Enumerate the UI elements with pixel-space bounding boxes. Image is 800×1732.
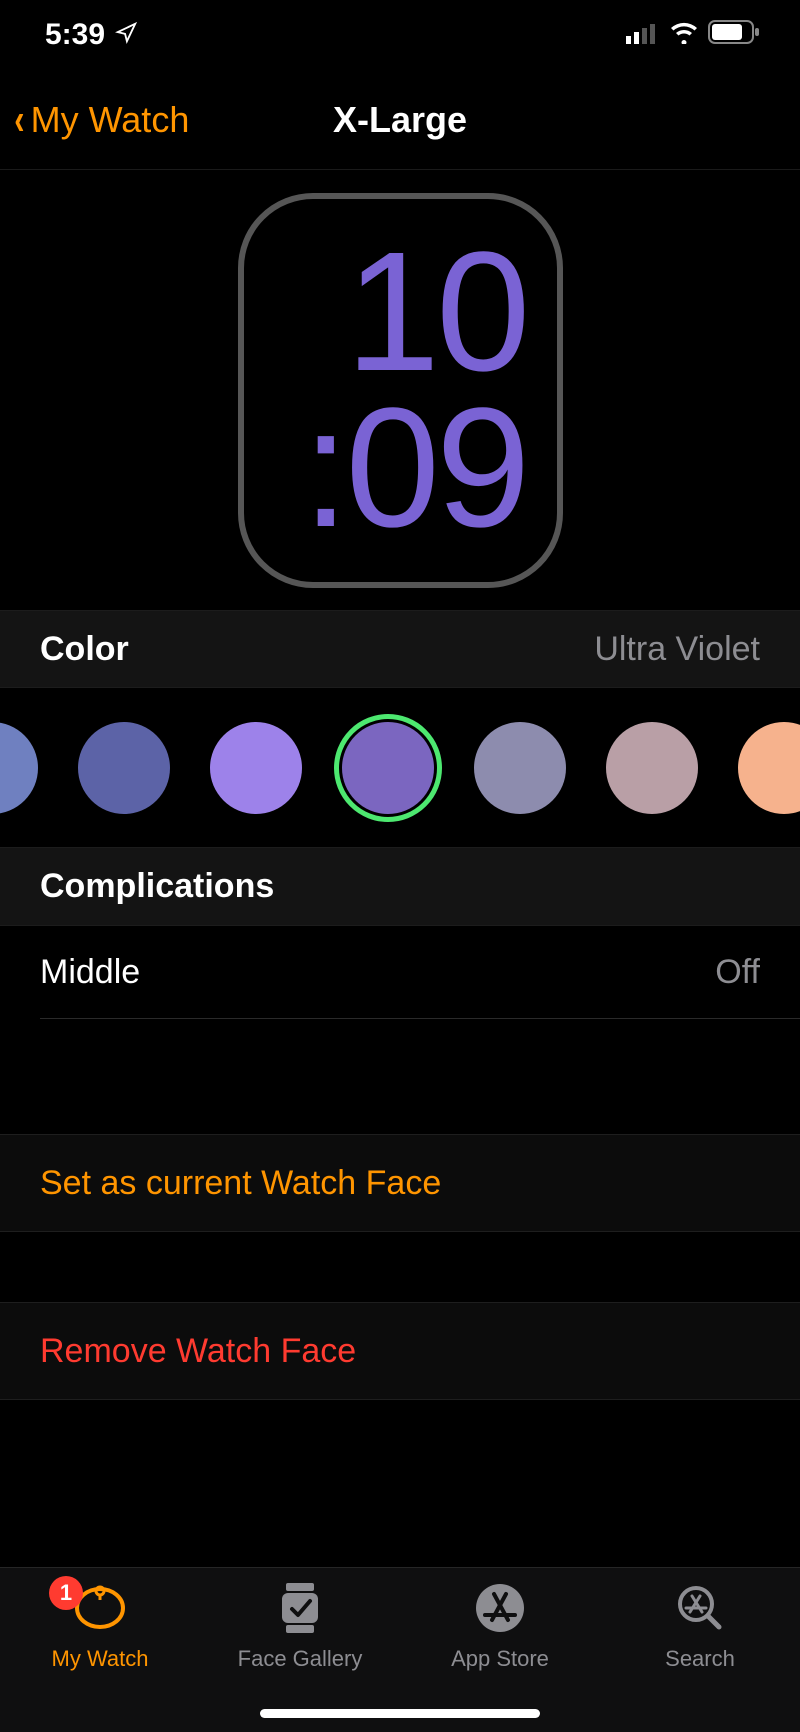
complications-header: Complications — [0, 848, 800, 926]
face-gallery-icon — [278, 1581, 322, 1640]
tab-search[interactable]: Search — [610, 1580, 790, 1732]
color-swatch-strip[interactable] — [0, 688, 800, 848]
watch-time-hours: 10 — [345, 234, 526, 390]
status-time-group: 5:39 — [45, 18, 137, 52]
color-value: Ultra Violet — [594, 630, 760, 669]
color-swatch[interactable] — [210, 722, 302, 814]
tab-label: Face Gallery — [238, 1646, 363, 1672]
color-swatch[interactable] — [606, 722, 698, 814]
watch-face-preview: 10 :09 — [0, 170, 800, 610]
tab-label: My Watch — [52, 1646, 149, 1672]
color-header-row: Color Ultra Violet — [0, 610, 800, 688]
color-swatch[interactable] — [342, 722, 434, 814]
battery-icon — [708, 18, 760, 52]
remove-face-button[interactable]: Remove Watch Face — [0, 1302, 800, 1400]
tab-bar: 1 My Watch Face Gallery — [0, 1567, 800, 1732]
color-swatch[interactable] — [474, 722, 566, 814]
color-swatch[interactable] — [0, 722, 38, 814]
remove-face-label: Remove Watch Face — [40, 1332, 356, 1371]
tab-label: App Store — [451, 1646, 549, 1672]
status-indicators — [626, 18, 760, 52]
complication-middle-value: Off — [715, 953, 760, 992]
complication-middle-row[interactable]: Middle Off — [0, 926, 800, 1018]
notification-badge: 1 — [49, 1576, 83, 1610]
location-icon — [115, 18, 137, 52]
page-title: X-Large — [333, 99, 467, 141]
tab-label: Search — [665, 1646, 735, 1672]
color-label: Color — [40, 630, 129, 669]
tab-my-watch[interactable]: 1 My Watch — [10, 1580, 190, 1732]
cellular-icon — [626, 18, 660, 52]
spacer — [0, 1019, 800, 1134]
color-swatch[interactable] — [738, 722, 800, 814]
color-swatch[interactable] — [78, 722, 170, 814]
set-current-face-button[interactable]: Set as current Watch Face — [0, 1134, 800, 1232]
wifi-icon — [668, 18, 700, 52]
back-label: My Watch — [31, 99, 190, 141]
search-icon — [675, 1583, 725, 1638]
status-time: 5:39 — [45, 18, 105, 52]
spacer — [0, 1232, 800, 1302]
set-current-face-label: Set as current Watch Face — [40, 1164, 441, 1203]
app-store-icon — [475, 1583, 525, 1638]
watch-time-minutes: :09 — [302, 390, 526, 546]
home-indicator[interactable] — [260, 1709, 540, 1718]
chevron-left-icon: ‹ — [14, 98, 24, 142]
back-button[interactable]: ‹ My Watch — [12, 98, 189, 142]
navigation-bar: ‹ My Watch X-Large — [0, 70, 800, 170]
complication-middle-label: Middle — [40, 953, 140, 992]
status-bar: 5:39 — [0, 0, 800, 70]
watch-case: 10 :09 — [238, 193, 563, 588]
